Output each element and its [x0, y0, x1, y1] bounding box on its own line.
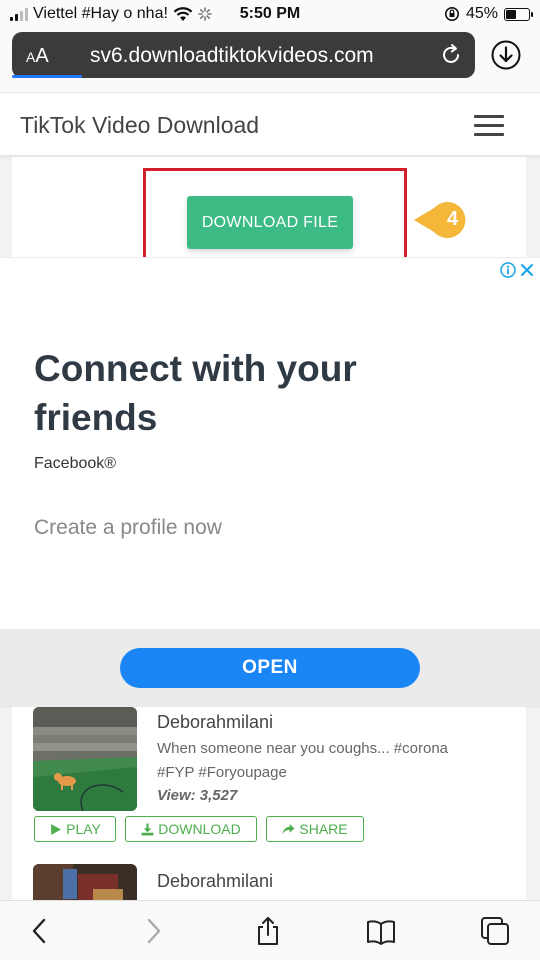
ad-footer: OPEN: [0, 629, 540, 708]
download-button[interactable]: DOWNLOAD: [125, 816, 257, 842]
video-thumbnail[interactable]: [33, 707, 137, 811]
tabs-icon[interactable]: [480, 916, 510, 946]
share-sheet-icon[interactable]: [253, 916, 283, 946]
video-description: When someone near you coughs... #corona …: [157, 737, 487, 785]
reload-icon[interactable]: [439, 43, 463, 67]
video-description-line: When someone near you coughs... #corona: [157, 740, 449, 757]
share-button[interactable]: SHARE: [266, 816, 364, 842]
video-results-list: Deborahmilani When someone near you coug…: [12, 707, 526, 924]
video-author[interactable]: Deborahmilani: [157, 871, 273, 892]
ad-headline: Connect with your friends: [34, 348, 357, 438]
browser-address-area: AA sv6.downloadtiktokvideos.com: [0, 30, 540, 92]
share-button-label: SHARE: [299, 821, 348, 837]
play-button-label: PLAY: [66, 821, 101, 837]
address-bar[interactable]: AA sv6.downloadtiktokvideos.com: [12, 32, 475, 78]
video-description-hashtags: #FYP #Foryoupage: [157, 764, 287, 781]
downloads-icon[interactable]: [490, 39, 522, 71]
site-header: TikTok Video Download: [0, 92, 540, 156]
download-button-label: DOWNLOAD: [158, 821, 241, 837]
download-icon: [141, 823, 154, 835]
bookmarks-icon[interactable]: [366, 916, 396, 946]
ad-cta-text: Create a profile now: [34, 516, 222, 539]
status-right: 45%: [444, 5, 533, 23]
step-number: 4: [447, 208, 459, 230]
video-thumbnail-image: [33, 707, 137, 811]
hamburger-menu-icon[interactable]: [474, 115, 504, 137]
battery-icon: [504, 7, 533, 21]
ad-close-icon[interactable]: [519, 262, 535, 278]
battery-percent: 45%: [465, 5, 498, 22]
status-bar: Viettel #Hay o nha! 5:50 PM 45%: [0, 0, 540, 30]
text-size-small-a: A: [26, 49, 36, 65]
video-author[interactable]: Deborahmilani: [157, 712, 273, 733]
orientation-lock-icon: [444, 7, 459, 21]
ad-banner[interactable]: Connect with your friends Facebook® Crea…: [0, 257, 540, 708]
url-text[interactable]: sv6.downloadtiktokvideos.com: [90, 44, 374, 68]
browser-toolbar: [0, 900, 540, 960]
back-arrow-icon[interactable]: [25, 916, 55, 946]
site-title[interactable]: TikTok Video Download: [20, 112, 259, 139]
text-size-large-a: A: [35, 45, 49, 67]
ad-info-icon[interactable]: [500, 262, 516, 278]
video-view-count: View: 3,527: [157, 787, 238, 804]
play-button[interactable]: PLAY: [34, 816, 116, 842]
text-size-button[interactable]: AA: [26, 45, 49, 68]
share-icon: [282, 823, 295, 834]
ad-brand: Facebook®: [34, 455, 117, 472]
play-icon: [51, 823, 62, 835]
forward-arrow-icon[interactable]: [138, 916, 168, 946]
battery-level: [506, 9, 516, 19]
ad-open-button[interactable]: OPEN: [120, 648, 420, 688]
page-load-progress: [12, 75, 82, 78]
